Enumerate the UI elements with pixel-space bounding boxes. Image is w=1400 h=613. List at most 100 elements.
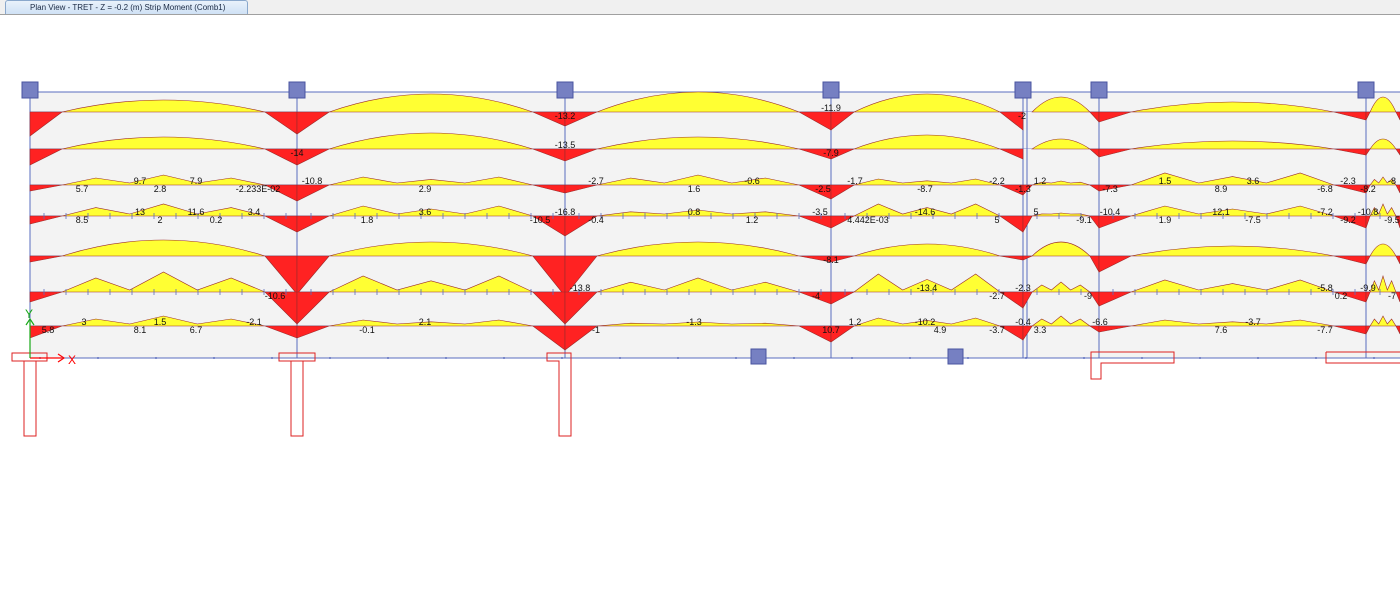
moment-label: 3.6 <box>1247 176 1260 186</box>
moment-label: 2.1 <box>419 317 432 327</box>
moment-label: -8.1 <box>823 255 839 265</box>
column[interactable] <box>1014 81 1032 99</box>
moment-label: 4.442E-03 <box>847 215 889 225</box>
column[interactable] <box>21 81 39 99</box>
view-tab-plan[interactable]: Plan View - TRET - Z = -0.2 (m) Strip Mo… <box>5 0 249 14</box>
moment-label: 0.2 <box>210 215 223 225</box>
view-tab-bar: Plan View - TRET - Z = -0.2 (m) Strip Mo… <box>0 0 1400 15</box>
moment-label: -10.8 <box>1358 207 1379 217</box>
moment-label: -7 <box>1388 291 1396 301</box>
moment-label: 1.2 <box>1034 176 1047 186</box>
strip-band[interactable] <box>30 326 1400 358</box>
moment-label: -0.4 <box>588 215 604 225</box>
moment-label: 5.8 <box>42 325 55 335</box>
moment-label: -4 <box>812 291 820 301</box>
moment-label: 5.7 <box>76 184 89 194</box>
moment-label: -8 <box>1388 176 1396 186</box>
moment-label: -2 <box>1018 111 1026 121</box>
moment-label: 0.8 <box>688 207 701 217</box>
moment-label: 13 <box>135 207 145 217</box>
moment-label: 1.5 <box>1159 176 1172 186</box>
moment-label: -2.1 <box>246 317 262 327</box>
moment-label: 7.6 <box>1215 325 1228 335</box>
moment-label: -0.1 <box>359 325 375 335</box>
column[interactable] <box>947 348 964 365</box>
moment-label: -11.9 <box>821 103 841 113</box>
moment-label: -2.2 <box>989 176 1005 186</box>
moment-label: 8.9 <box>1215 184 1228 194</box>
moment-label: -1 <box>592 325 600 335</box>
moment-label: -0.6 <box>744 176 760 186</box>
moment-label: -9.2 <box>1340 215 1356 225</box>
moment-label: -0.4 <box>1015 317 1031 327</box>
moment-label: 10.7 <box>822 325 840 335</box>
moment-label: 3 <box>81 317 86 327</box>
moment-label: -6.8 <box>1317 184 1333 194</box>
moment-label: -1.7 <box>847 176 863 186</box>
moment-label: -13.2 <box>555 111 576 121</box>
moment-label: 2.8 <box>154 184 167 194</box>
moment-label: 3.6 <box>419 207 432 217</box>
moment-label: -7.9 <box>823 148 839 158</box>
column[interactable] <box>556 81 574 99</box>
x-axis-label: X <box>68 353 76 367</box>
column[interactable] <box>822 81 840 99</box>
walls <box>11 351 1400 437</box>
moment-label: -13.8 <box>570 283 591 293</box>
moment-label: 4.9 <box>934 325 947 335</box>
moment-label: 6.7 <box>190 325 203 335</box>
moment-label: 8.1 <box>134 325 147 335</box>
moment-label: -10.5 <box>530 215 551 225</box>
moment-label: 2 <box>157 215 162 225</box>
moment-label: 1.2 <box>849 317 862 327</box>
moment-label: -1.3 <box>686 317 702 327</box>
moment-label: 1.2 <box>746 215 759 225</box>
column[interactable] <box>1090 81 1108 99</box>
wall[interactable] <box>290 360 304 437</box>
moment-label: 12.1 <box>1212 207 1230 217</box>
column[interactable] <box>750 348 767 365</box>
moment-label: -14 <box>290 148 303 158</box>
moment-label: -10.8 <box>302 176 323 186</box>
moment-label: -9.9 <box>1360 283 1376 293</box>
wall[interactable] <box>546 352 572 437</box>
wall[interactable] <box>23 360 37 437</box>
moment-label: -5.8 <box>1317 283 1333 293</box>
moment-label: -13.5 <box>555 140 576 150</box>
moment-label: -7.3 <box>1102 184 1118 194</box>
moment-label: 5 <box>1033 207 1038 217</box>
column[interactable] <box>1357 81 1375 99</box>
moment-label: -2.233E-02 <box>236 184 281 194</box>
plan-view-drawing[interactable]: -13.2 -11.9 -2 -14 -13.5 -7.9 5.7 9.7 2.8 7.9 -2.2… <box>0 15 1400 608</box>
moment-label: -2.5 <box>815 184 831 194</box>
moment-label: 3.3 <box>1034 325 1047 335</box>
moment-label: 11.6 <box>188 207 205 217</box>
moment-label: -1.3 <box>1015 184 1031 194</box>
moment-label: -2.7 <box>989 291 1005 301</box>
moment-label: -9.5 <box>1384 215 1400 225</box>
moment-label: -9 <box>1084 291 1092 301</box>
moment-label: -2.3 <box>1015 283 1031 293</box>
moment-label: -3.5 <box>812 207 828 217</box>
moment-label: -9.1 <box>1076 215 1092 225</box>
y-axis-label: Y <box>25 307 33 321</box>
moment-label: -14.6 <box>915 207 936 217</box>
moment-label: -8.7 <box>917 184 933 194</box>
moment-label: -6.6 <box>1092 317 1108 327</box>
moment-label: 1.5 <box>154 317 167 327</box>
moment-label: -10.6 <box>265 291 286 301</box>
strip-bands <box>30 92 1400 358</box>
moment-label: -10.2 <box>915 317 936 327</box>
moment-label: 8.5 <box>76 215 89 225</box>
moment-label: 9.7 <box>134 176 147 186</box>
moment-label: -7.7 <box>1317 325 1333 335</box>
moment-label: 7.9 <box>190 176 203 186</box>
moment-label: -3.7 <box>989 325 1005 335</box>
moment-label: -16.8 <box>555 207 576 217</box>
moment-label: -2.7 <box>588 176 604 186</box>
moment-label: -13.4 <box>917 283 938 293</box>
drawing-canvas[interactable]: -13.2 -11.9 -2 -14 -13.5 -7.9 5.7 9.7 2.8 7.9 -2.2… <box>0 15 1400 608</box>
moment-label: 1.8 <box>361 215 374 225</box>
column[interactable] <box>288 81 306 99</box>
moment-label: -7.5 <box>1245 215 1261 225</box>
